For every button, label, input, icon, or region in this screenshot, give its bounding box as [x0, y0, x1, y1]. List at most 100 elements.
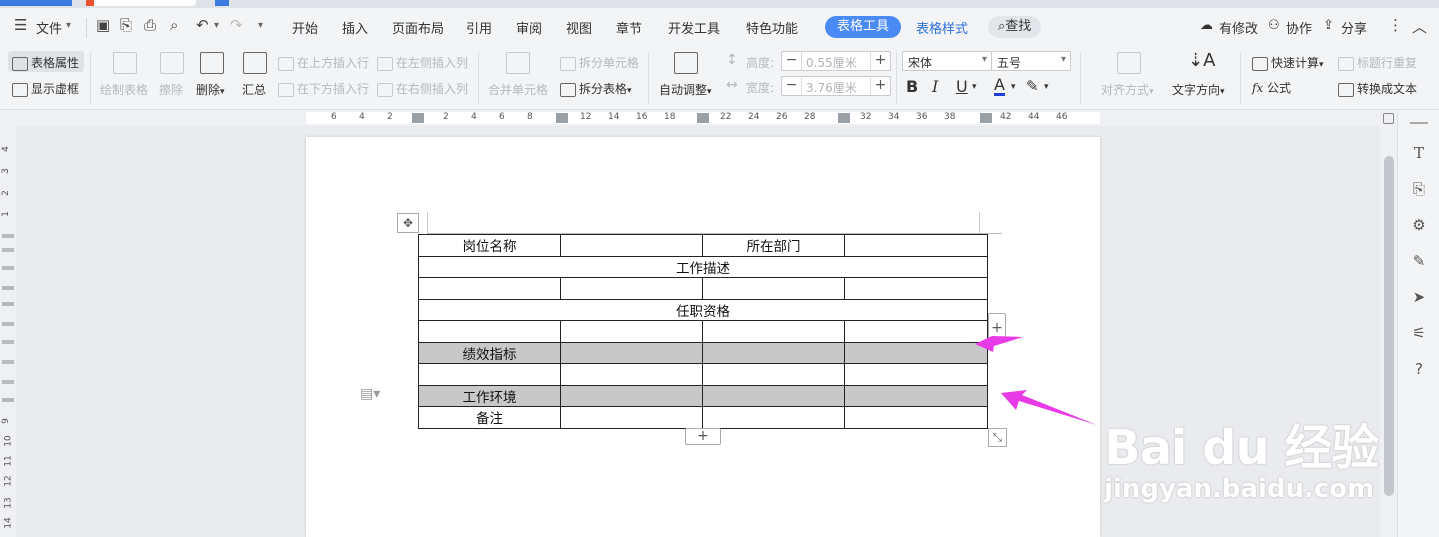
table-cell[interactable] — [560, 384, 703, 407]
table-cell[interactable] — [560, 406, 703, 429]
table-cell[interactable] — [844, 277, 988, 300]
table-cell[interactable] — [844, 384, 988, 407]
redo-icon[interactable]: ↷ — [230, 16, 243, 34]
text-style-icon[interactable]: T — [1410, 144, 1428, 162]
file-menu[interactable]: 文件 — [36, 18, 62, 37]
table-cell[interactable] — [702, 363, 845, 386]
draw-table-button[interactable]: 绘制表格 — [100, 81, 148, 98]
horizontal-ruler[interactable]: 6 4 2 2 4 6 8 12 14 16 18 22 24 26 28 32… — [0, 110, 1380, 126]
more-options-icon[interactable]: ⋮ — [1388, 16, 1403, 34]
ruler-column-marker[interactable] — [838, 113, 850, 123]
document-tab[interactable] — [86, 0, 196, 6]
tab-references[interactable]: 引用 — [466, 18, 492, 37]
pen-icon[interactable]: ✎ — [1410, 252, 1428, 270]
select-cursor-icon[interactable]: ➤ — [1410, 288, 1428, 306]
export-icon[interactable]: ⎘ — [120, 16, 132, 34]
delete-button[interactable]: 删除▾ — [196, 81, 225, 98]
summary-button[interactable]: 汇总 — [242, 81, 266, 98]
split-table-button[interactable]: 拆分表格▾ — [560, 80, 632, 97]
column-width-increment[interactable]: + — [870, 77, 890, 95]
italic-button[interactable]: I — [932, 77, 938, 96]
split-cells-button[interactable]: 拆分单元格 — [560, 54, 639, 71]
search-button[interactable]: ⌕查找 — [988, 16, 1042, 38]
tab-insert[interactable]: 插入 — [342, 18, 368, 37]
collaborate-button[interactable]: 协作 — [1286, 18, 1312, 37]
insert-row-below-button[interactable]: 在下方插入行 — [278, 80, 369, 97]
active-doc-tab[interactable] — [215, 0, 229, 6]
table-cell[interactable] — [418, 320, 561, 343]
show-gridlines-button[interactable]: 显示虚框 — [12, 80, 79, 97]
table-cell[interactable] — [702, 406, 845, 429]
modified-status[interactable]: 有修改 — [1219, 18, 1258, 37]
home-tab[interactable] — [0, 0, 72, 6]
share-button[interactable]: 分享 — [1341, 18, 1367, 37]
hamburger-menu-icon[interactable]: ☰ — [14, 16, 27, 34]
text-direction-button[interactable]: 文字方向▾ — [1172, 81, 1225, 98]
scroll-top-icon[interactable] — [1383, 113, 1394, 124]
font-name-select[interactable]: 宋体 — [902, 51, 992, 71]
undo-dropdown-icon[interactable]: ▾ — [214, 20, 219, 31]
merge-cells-button[interactable]: 合并单元格 — [488, 81, 548, 98]
font-color-dropdown-icon[interactable]: ▾ — [1011, 82, 1016, 92]
ruler-column-marker[interactable] — [556, 113, 568, 123]
table-cell[interactable] — [702, 320, 845, 343]
insert-col-left-button[interactable]: 在左侧插入列 — [377, 54, 468, 71]
undo-icon[interactable]: ↶ — [196, 16, 209, 34]
paragraph-layout-icon[interactable]: ▤▾ — [360, 386, 380, 402]
tab-page-layout[interactable]: 页面布局 — [392, 18, 444, 37]
help-icon[interactable]: ? — [1410, 360, 1428, 378]
font-color-button[interactable]: A — [994, 77, 1005, 96]
table-cell[interactable] — [560, 363, 703, 386]
table-cell[interactable] — [560, 341, 703, 364]
table-cell[interactable] — [844, 234, 988, 257]
row-height-decrement[interactable]: − — [782, 52, 802, 70]
table-cell[interactable] — [844, 406, 988, 429]
ruler-column-marker[interactable] — [697, 113, 709, 123]
table-cell[interactable]: 任职资格 — [418, 298, 988, 321]
save-icon[interactable]: ▣ — [96, 16, 110, 34]
chevron-down-icon[interactable]: ▾ — [66, 20, 71, 31]
job-description-table[interactable]: 岗位名称 所在部门 工作描述 任职资格 绩效指标 工作环境 备注 — [418, 234, 988, 429]
quick-access-more-icon[interactable]: ▾ — [258, 20, 263, 31]
insert-col-right-button[interactable]: 在右侧插入列 — [377, 80, 468, 97]
vertical-scrollbar[interactable] — [1380, 110, 1397, 537]
convert-to-text-button[interactable]: 转换成文本 — [1338, 80, 1417, 97]
ruler-column-marker[interactable] — [412, 113, 424, 123]
tab-table-tools[interactable]: 表格工具 — [825, 16, 902, 38]
table-cell[interactable] — [844, 363, 988, 386]
table-cell[interactable] — [560, 277, 703, 300]
scrollbar-thumb[interactable] — [1384, 156, 1394, 496]
add-row-button[interactable]: + — [685, 428, 721, 445]
table-cell[interactable] — [560, 234, 703, 257]
underline-dropdown-icon[interactable]: ▾ — [972, 82, 977, 92]
vertical-ruler[interactable]: 4 3 2 1 9 10 11 12 13 14 — [0, 126, 16, 537]
tab-special-features[interactable]: 特色功能 — [746, 18, 798, 37]
column-width-stepper[interactable]: − 3.76厘米 + — [781, 76, 891, 96]
tab-review[interactable]: 审阅 — [516, 18, 542, 37]
print-icon[interactable]: ⎙ — [144, 16, 156, 34]
tab-chapter[interactable]: 章节 — [616, 18, 642, 37]
table-cell[interactable] — [702, 341, 845, 364]
table-cell[interactable] — [418, 277, 561, 300]
table-resize-handle[interactable]: ⤡ — [988, 428, 1007, 447]
table-cell[interactable]: 工作描述 — [418, 255, 988, 278]
font-size-select[interactable]: 五号 — [991, 51, 1071, 71]
document-icon[interactable]: ⎘ — [1410, 180, 1428, 198]
table-cell[interactable]: 绩效指标 — [418, 341, 561, 364]
bold-button[interactable]: B — [906, 77, 918, 96]
table-cell[interactable] — [702, 384, 845, 407]
table-cell[interactable] — [560, 320, 703, 343]
auto-fit-button[interactable]: 自动调整▾ — [659, 81, 712, 98]
row-height-stepper[interactable]: − 0.55厘米 + — [781, 51, 891, 71]
table-cell[interactable] — [844, 341, 988, 364]
underline-button[interactable]: U — [956, 77, 968, 96]
table-cell[interactable] — [418, 363, 561, 386]
tab-table-style[interactable]: 表格样式 — [916, 18, 968, 37]
tab-developer[interactable]: 开发工具 — [668, 18, 720, 37]
table-cell[interactable]: 工作环境 — [418, 384, 561, 407]
table-move-handle[interactable]: ✥ — [397, 213, 419, 233]
header-row-repeat-button[interactable]: 标题行重复 — [1338, 54, 1417, 71]
erase-button[interactable]: 擦除 — [159, 81, 183, 98]
table-properties-button[interactable]: 表格属性 — [12, 54, 79, 71]
formula-button[interactable]: fx 公式 — [1252, 79, 1291, 96]
